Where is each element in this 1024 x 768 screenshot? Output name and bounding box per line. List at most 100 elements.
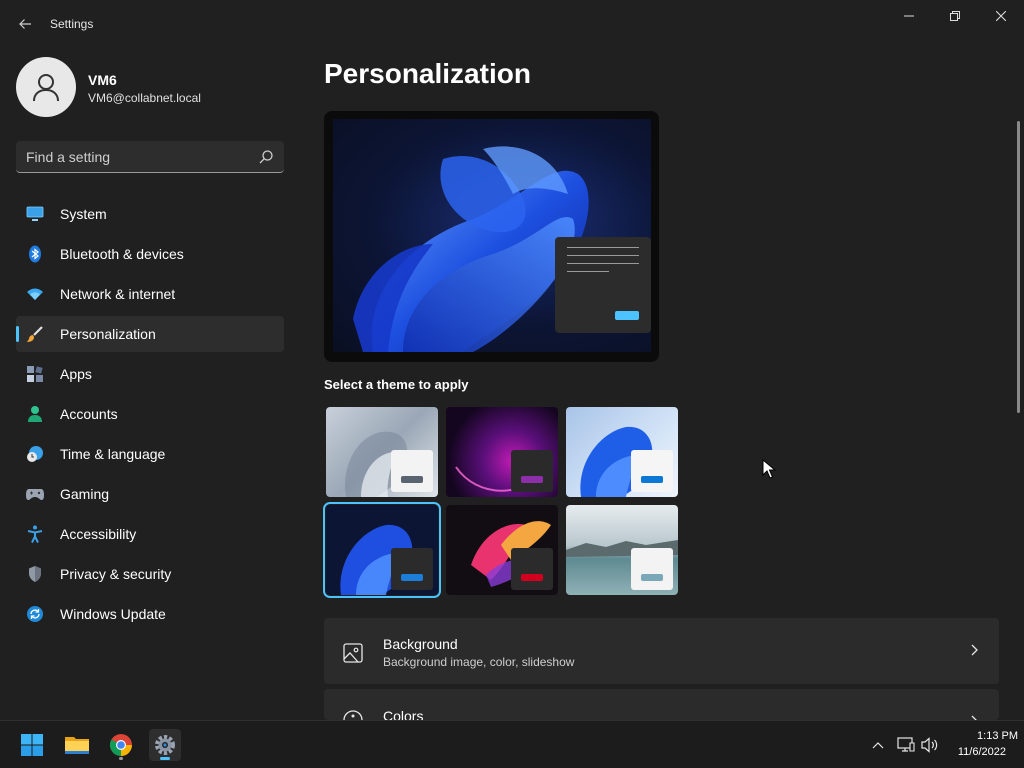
show-hidden-icons-button[interactable] <box>868 735 888 755</box>
preview-line <box>567 271 609 272</box>
page-title: Personalization <box>324 58 531 89</box>
preview-accent-button <box>615 311 639 320</box>
palette-icon <box>343 710 363 720</box>
taskbar-chrome[interactable] <box>105 729 137 761</box>
sidebar-item-label: Apps <box>60 366 92 382</box>
search-icon[interactable] <box>258 149 274 165</box>
search-input[interactable] <box>26 147 246 167</box>
shield-icon <box>26 565 44 583</box>
person-icon <box>26 405 44 423</box>
network-monitor-icon <box>897 737 915 752</box>
title-bar: Settings <box>0 0 1024 48</box>
preview-line <box>567 255 639 256</box>
theme-mini-window <box>391 450 433 492</box>
taskbar-settings[interactable] <box>149 729 181 761</box>
sidebar-item-windows-update[interactable]: Windows Update <box>16 596 284 632</box>
sidebar-item-accessibility[interactable]: Accessibility <box>16 516 284 552</box>
background-card[interactable]: Background Background image, color, slid… <box>324 618 999 684</box>
close-button[interactable] <box>978 6 1024 28</box>
network-tray-button[interactable] <box>896 735 916 755</box>
restore-button[interactable] <box>932 6 978 28</box>
monitor-icon <box>26 205 44 223</box>
theme-windows-dark[interactable] <box>323 502 441 598</box>
running-indicator <box>119 757 123 760</box>
sidebar-item-label: Network & internet <box>60 286 176 302</box>
sidebar-item-bluetooth[interactable]: Bluetooth & devices <box>16 236 284 272</box>
accessibility-icon <box>26 525 44 543</box>
preview-wallpaper <box>333 119 651 352</box>
theme-accent <box>641 476 663 483</box>
chevron-right-icon <box>971 644 978 656</box>
sidebar-item-label: Accounts <box>60 406 118 422</box>
preview-line <box>567 263 639 264</box>
sidebar-item-system[interactable]: System <box>16 196 284 232</box>
theme-accent <box>641 574 663 581</box>
theme-light-glow[interactable] <box>326 407 438 497</box>
theme-accent <box>521 574 543 581</box>
sidebar-item-label: Personalization <box>60 326 156 342</box>
clock-time[interactable]: 1:13 PM <box>958 730 1018 742</box>
preview-line <box>567 247 639 248</box>
gamepad-icon <box>26 485 44 503</box>
user-email: VM6@collabnet.local <box>88 91 201 105</box>
image-icon <box>343 643 363 663</box>
theme-mini-window <box>631 548 673 590</box>
sidebar-item-personalization[interactable]: Personalization <box>16 316 284 352</box>
sidebar-item-gaming[interactable]: Gaming <box>16 476 284 512</box>
clock-date[interactable]: 11/6/2022 <box>946 746 1006 758</box>
sidebar-item-label: Accessibility <box>60 526 137 542</box>
avatar[interactable] <box>16 57 76 117</box>
sidebar-item-accounts[interactable]: Accounts <box>16 396 284 432</box>
sidebar-item-label: System <box>60 206 107 222</box>
minimize-icon <box>904 15 914 17</box>
theme-windows-light[interactable] <box>566 407 678 497</box>
themes-heading: Select a theme to apply <box>324 377 469 392</box>
sidebar-item-label: Windows Update <box>60 606 166 622</box>
start-icon <box>21 734 43 756</box>
back-arrow-icon <box>19 19 31 29</box>
close-icon <box>995 10 1007 22</box>
background-title: Background <box>383 636 458 652</box>
volume-icon <box>921 737 938 753</box>
sidebar-item-time-language[interactable]: Time & language <box>16 436 284 472</box>
theme-accent <box>521 476 543 483</box>
sidebar-item-apps[interactable]: Apps <box>16 356 284 392</box>
mouse-cursor-icon <box>762 459 776 479</box>
sidebar-item-network[interactable]: Network & internet <box>16 276 284 312</box>
active-indicator <box>160 757 170 760</box>
theme-preview <box>324 111 659 362</box>
taskbar: 1:13 PM 11/6/2022 <box>0 720 1024 768</box>
back-button[interactable] <box>14 12 36 36</box>
restore-icon <box>950 11 960 21</box>
taskbar-file-explorer[interactable] <box>61 729 93 761</box>
sidebar-nav: System Bluetooth & devices Network & int… <box>16 196 284 636</box>
theme-mini-window <box>391 548 433 590</box>
file-explorer-icon <box>65 737 89 754</box>
theme-accent <box>401 476 423 483</box>
sidebar-item-privacy[interactable]: Privacy & security <box>16 556 284 592</box>
sidebar-item-label: Time & language <box>60 446 166 462</box>
theme-captured-motion[interactable] <box>446 505 558 595</box>
sidebar-item-label: Bluetooth & devices <box>60 246 184 262</box>
brush-icon <box>26 325 44 343</box>
start-button[interactable] <box>16 729 48 761</box>
theme-purple-flow[interactable] <box>446 407 558 497</box>
search-box[interactable] <box>16 141 284 173</box>
theme-accent <box>401 574 423 581</box>
theme-mini-window <box>511 450 553 492</box>
theme-sunrise-lake[interactable] <box>566 505 678 595</box>
volume-tray-button[interactable] <box>920 735 940 755</box>
sidebar-item-label: Privacy & security <box>60 566 172 582</box>
chevron-right-icon <box>971 715 977 720</box>
scrollbar-thumb[interactable] <box>1017 121 1020 413</box>
minimize-button[interactable] <box>886 6 932 28</box>
background-subtitle: Background image, color, slideshow <box>383 655 575 669</box>
colors-card[interactable]: Colors <box>324 689 999 720</box>
theme-mini-window <box>511 548 553 590</box>
user-name: VM6 <box>88 72 117 88</box>
app-title: Settings <box>50 17 94 31</box>
chevron-up-icon <box>872 742 884 749</box>
preview-window <box>555 237 651 333</box>
person-placeholder-icon <box>33 74 59 102</box>
colors-title: Colors <box>383 708 424 720</box>
